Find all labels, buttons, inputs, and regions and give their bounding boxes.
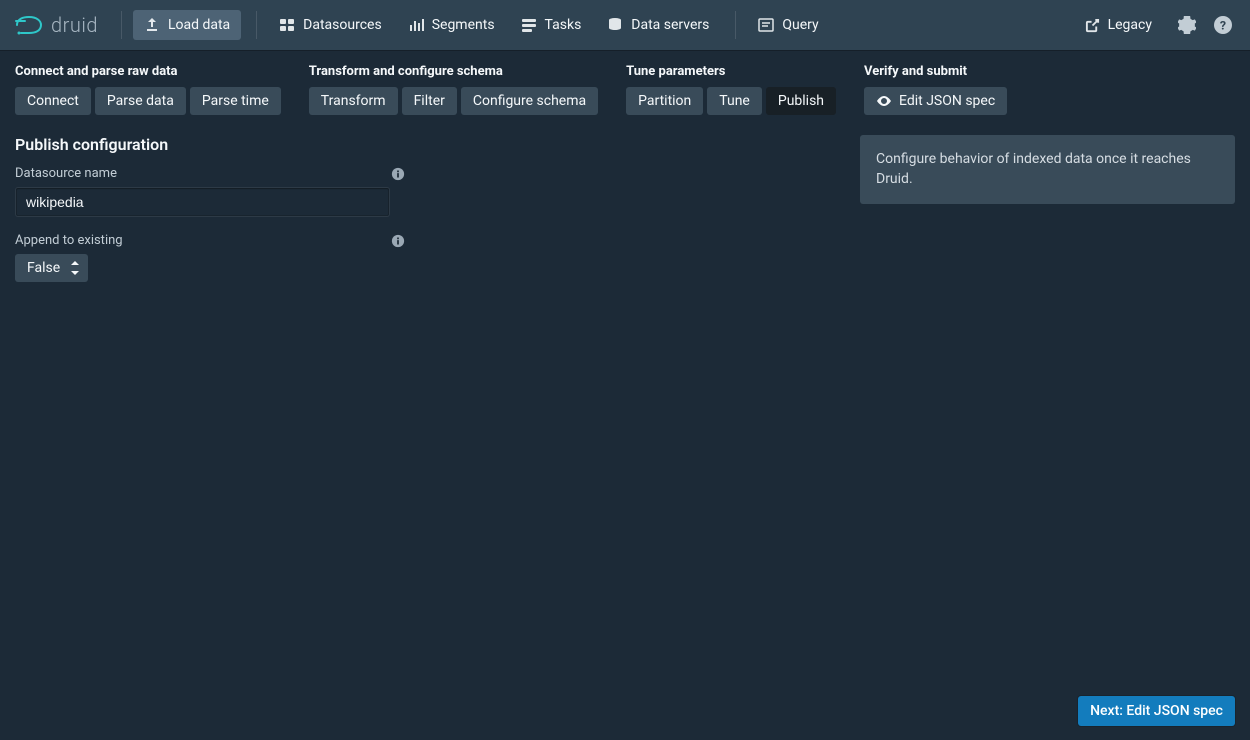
select-value: False [27,260,60,276]
divider [121,11,122,39]
help-button[interactable]: ? [1211,13,1235,37]
step-configure-schema[interactable]: Configure schema [461,87,598,115]
step-transform[interactable]: Transform [309,87,398,115]
eye-icon [876,93,892,109]
step-label: Edit JSON spec [899,93,995,109]
nav-load-data[interactable]: Load data [133,10,241,40]
step-label: Parse time [202,93,269,109]
info-icon[interactable] [391,167,405,181]
section-title: Publish configuration [15,135,405,154]
datasources-icon [279,17,295,33]
nav-data-servers-label: Data servers [631,16,709,34]
nav-load-data-label: Load data [168,16,230,34]
query-icon [758,17,774,33]
field-label: Append to existing [15,233,123,248]
segments-icon [408,17,424,33]
step-label: Parse data [107,93,174,109]
nav-query-label: Query [782,16,818,34]
nav-query[interactable]: Query [747,10,829,40]
info-box-text: Configure behavior of indexed data once … [876,151,1191,187]
step-label: Tune [719,93,750,109]
divider [256,11,257,39]
step-connect[interactable]: Connect [15,87,91,115]
database-icon [607,17,623,33]
info-box: Configure behavior of indexed data once … [860,135,1235,204]
step-parse-data[interactable]: Parse data [95,87,186,115]
nav-datasources[interactable]: Datasources [268,10,393,40]
field-label: Datasource name [15,166,117,181]
step-group-transform: Transform and configure schema Transform… [309,64,598,115]
step-label: Publish [778,93,824,109]
nav-datasources-label: Datasources [303,16,382,34]
field-datasource-name: Datasource name [15,166,405,217]
nav-legacy[interactable]: Legacy [1074,10,1163,40]
info-icon[interactable] [391,234,405,248]
gear-icon [1178,16,1196,34]
step-group-title: Verify and submit [864,64,1007,79]
nav-segments[interactable]: Segments [397,10,506,40]
settings-button[interactable] [1175,13,1199,37]
stepper: Connect and parse raw data Connect Parse… [0,50,1250,125]
help-icon: ? [1214,16,1232,34]
nav-data-servers[interactable]: Data servers [596,10,720,40]
datasource-name-input[interactable] [15,187,390,217]
step-label: Filter [414,93,445,109]
step-group-tune: Tune parameters Partition Tune Publish [626,64,836,115]
top-nav: druid Load data Datasources Segments Tas… [0,0,1250,50]
step-label: Configure schema [473,93,586,109]
field-append-to-existing: Append to existing False [15,233,405,282]
brand[interactable]: druid [15,13,98,37]
step-publish[interactable]: Publish [766,87,836,115]
step-edit-json-spec[interactable]: Edit JSON spec [864,87,1007,115]
step-parse-time[interactable]: Parse time [190,87,281,115]
tasks-icon [521,17,537,33]
step-group-title: Transform and configure schema [309,64,598,79]
main-area: Publish configuration Datasource name Ap… [0,125,1250,308]
step-filter[interactable]: Filter [402,87,457,115]
divider [735,11,736,39]
next-button-label: Next: Edit JSON spec [1090,703,1223,719]
step-tune[interactable]: Tune [707,87,762,115]
nav-segments-label: Segments [432,16,495,34]
step-group-title: Connect and parse raw data [15,64,281,79]
nav-tasks[interactable]: Tasks [510,10,593,40]
step-group-verify: Verify and submit Edit JSON spec [864,64,1007,115]
step-label: Partition [638,93,691,109]
druid-logo-icon [15,13,43,37]
step-partition[interactable]: Partition [626,87,703,115]
nav-tasks-label: Tasks [545,16,582,34]
next-button[interactable]: Next: Edit JSON spec [1078,696,1235,726]
brand-name: druid [51,13,98,37]
svg-text:?: ? [1220,20,1226,34]
nav-legacy-label: Legacy [1108,16,1152,34]
step-group-connect: Connect and parse raw data Connect Parse… [15,64,281,115]
caret-updown-icon [70,261,80,275]
step-label: Transform [321,93,386,109]
step-label: Connect [27,93,79,109]
form-column: Publish configuration Datasource name Ap… [15,135,405,298]
step-group-title: Tune parameters [626,64,836,79]
external-link-icon [1085,18,1100,33]
upload-icon [144,17,160,33]
append-to-existing-select[interactable]: False [15,254,88,282]
